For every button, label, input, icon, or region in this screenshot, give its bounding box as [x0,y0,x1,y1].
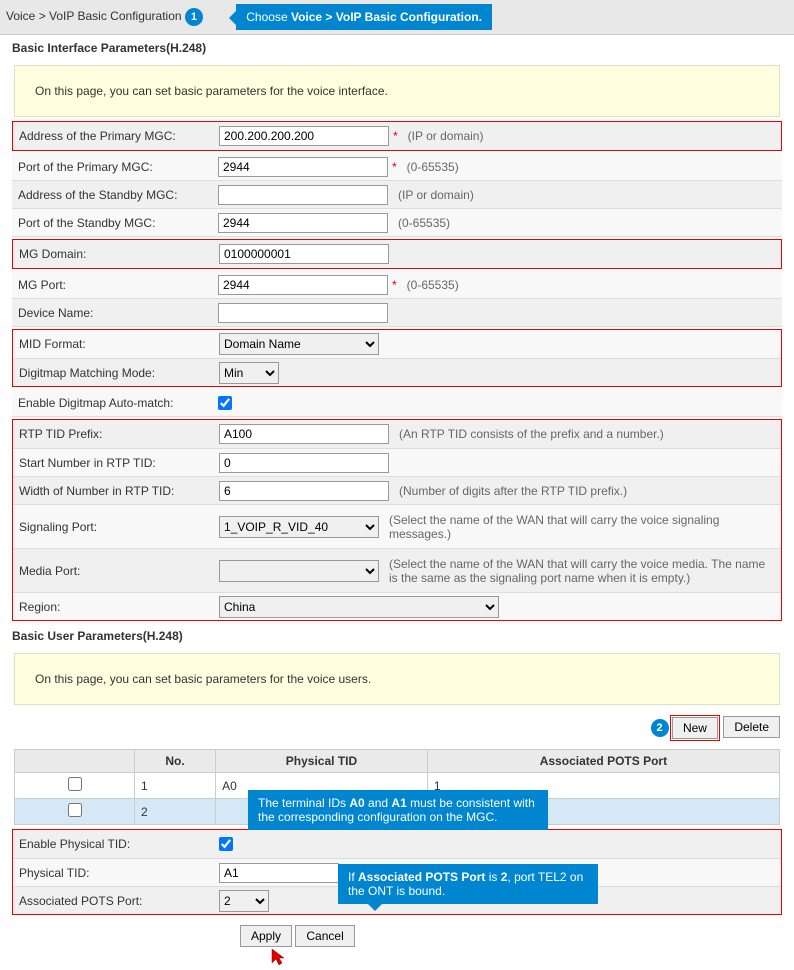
apply-button[interactable]: Apply [240,925,292,947]
step-badge-2: 2 [651,719,669,737]
input-width-num[interactable] [219,481,389,501]
select-digitmap-mode[interactable]: Min [219,362,279,384]
label-mid-format: MID Format: [19,337,219,351]
hint-rtp-prefix: (An RTP TID consists of the prefix and a… [399,427,664,441]
hint-width-num: (Number of digits after the RTP TID pref… [399,484,627,498]
input-primary-addr[interactable] [219,126,389,146]
select-media-port[interactable] [219,560,379,582]
th-pots: Associated POTS Port [427,750,779,773]
label-assoc-pots: Associated POTS Port: [19,894,219,908]
hint-mg-port: (0-65535) [407,278,459,292]
delete-button[interactable]: Delete [723,716,780,738]
label-phys-tid: Physical TID: [19,866,219,880]
section-title-user: Basic User Parameters(H.248) [0,623,794,649]
hint-standby-addr: (IP or domain) [398,188,474,202]
label-start-num: Start Number in RTP TID: [19,456,219,470]
callout-pots-port: If Associated POTS Port is 2, port TEL2 … [338,864,598,904]
hint-standby-port: (0-65535) [398,216,450,230]
label-rtp-prefix: RTP TID Prefix: [19,427,219,441]
info-user: On this page, you can set basic paramete… [14,653,780,705]
label-digitmap-mode: Digitmap Matching Mode: [19,366,219,380]
label-mg-domain: MG Domain: [19,247,219,261]
row-checkbox[interactable] [68,803,82,817]
select-region[interactable]: China [219,596,499,618]
new-button[interactable]: New [672,717,718,739]
hint-primary-port: (0-65535) [407,160,459,174]
label-sig-port: Signaling Port: [19,520,219,534]
th-check [15,750,135,773]
label-width-num: Width of Number in RTP TID: [19,484,219,498]
label-primary-addr: Address of the Primary MGC: [19,129,219,143]
th-tid: Physical TID [216,750,428,773]
select-sig-port[interactable]: 1_VOIP_R_VID_40 [219,516,379,538]
section-title-interface: Basic Interface Parameters(H.248) [0,35,794,61]
input-device-name[interactable] [218,303,388,323]
breadcrumb: Voice > VoIP Basic Configuration 1 Choos… [0,0,794,35]
select-mid-format[interactable]: Domain Name [219,333,379,355]
hint-sig-port: (Select the name of the WAN that will ca… [389,513,775,541]
info-interface: On this page, you can set basic paramete… [14,65,780,117]
input-rtp-prefix[interactable] [219,424,389,444]
callout-step-1: Choose Voice > VoIP Basic Configuration. [236,4,492,30]
label-enable-tid: Enable Physical TID: [19,837,219,851]
input-start-num[interactable] [219,453,389,473]
input-standby-addr[interactable] [218,185,388,205]
input-primary-port[interactable] [218,157,388,177]
hint-primary-addr: (IP or domain) [408,129,484,143]
input-phys-tid[interactable] [219,863,339,883]
label-region: Region: [19,600,219,614]
input-standby-port[interactable] [218,213,388,233]
select-assoc-pots[interactable]: 2 [219,890,269,912]
hint-media-port: (Select the name of the WAN that will ca… [389,557,775,585]
label-mg-port: MG Port: [18,278,218,292]
input-mg-domain[interactable] [219,244,389,264]
label-device-name: Device Name: [18,306,218,320]
label-auto-match: Enable Digitmap Auto-match: [18,396,218,410]
step-badge-1: 1 [185,8,203,26]
checkbox-auto-match[interactable] [218,396,232,410]
cancel-button[interactable]: Cancel [295,925,354,947]
callout-terminal-ids: The terminal IDs A0 and A1 must be consi… [248,790,548,830]
label-standby-port: Port of the Standby MGC: [18,216,218,230]
label-primary-port: Port of the Primary MGC: [18,160,218,174]
label-standby-addr: Address of the Standby MGC: [18,188,218,202]
cursor-icon [270,947,290,970]
label-media-port: Media Port: [19,564,219,578]
row-checkbox[interactable] [68,777,82,791]
input-mg-port[interactable] [218,275,388,295]
checkbox-enable-tid[interactable] [219,837,233,851]
th-no: No. [135,750,216,773]
breadcrumb-text: Voice > VoIP Basic Configuration [6,9,182,23]
